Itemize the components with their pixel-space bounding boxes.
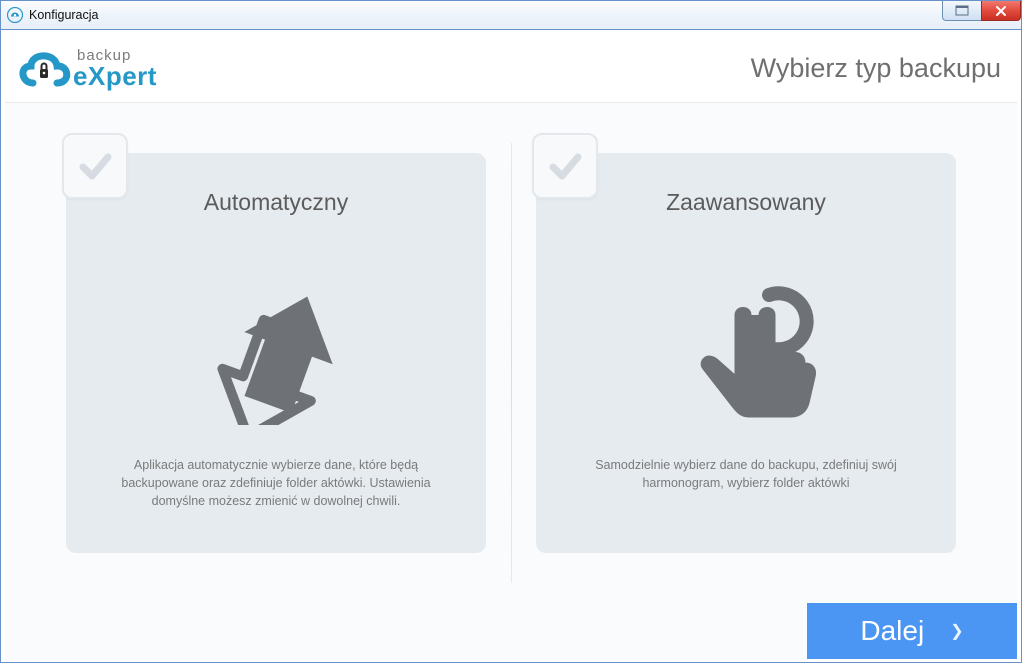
- brand-line2: eXpert: [73, 63, 157, 89]
- card-advanced-title: Zaawansowany: [560, 189, 932, 216]
- content-area: Automatyczny Aplikacja automatycznie wyb…: [5, 103, 1017, 659]
- check-icon: [545, 146, 585, 186]
- window-client-area: backup eXpert Wybierz typ backupu Automa…: [0, 30, 1022, 663]
- minimize-button[interactable]: [942, 1, 982, 21]
- card-automatic-desc: Aplikacja automatycznie wybierze dane, k…: [104, 456, 448, 510]
- card-advanced-icon-wrap: [560, 240, 932, 440]
- cards-divider: [511, 143, 512, 583]
- window-title: Konfiguracja: [29, 8, 99, 22]
- card-automatic-icon-wrap: [90, 240, 462, 440]
- sync-arrows-icon: [186, 255, 366, 425]
- window-titlebar: Konfiguracja: [0, 0, 1022, 30]
- close-button[interactable]: [981, 1, 1021, 21]
- app-icon: [7, 7, 23, 23]
- header: backup eXpert Wybierz typ backupu: [5, 34, 1017, 103]
- brand-logo: backup eXpert: [13, 41, 157, 95]
- card-advanced-checkbox[interactable]: [532, 133, 598, 199]
- check-icon: [75, 146, 115, 186]
- next-button-label: Dalej: [860, 615, 924, 647]
- cloud-lock-icon: [13, 41, 73, 95]
- hand-tap-icon: [661, 255, 831, 425]
- next-button[interactable]: Dalej ❯: [807, 603, 1017, 659]
- card-advanced-desc: Samodzielnie wybierz dane do backupu, zd…: [574, 456, 918, 492]
- cards-row: Automatyczny Aplikacja automatycznie wyb…: [21, 133, 1001, 593]
- card-automatic-checkbox[interactable]: [62, 133, 128, 199]
- window-controls: [942, 1, 1021, 21]
- chevron-right-icon: ❯: [950, 621, 963, 641]
- brand-text: backup eXpert: [73, 48, 157, 89]
- card-advanced[interactable]: Zaawansowany Samodzielnie wybierz dane d…: [536, 153, 956, 553]
- card-automatic[interactable]: Automatyczny Aplikacja automatycznie wyb…: [66, 153, 486, 553]
- card-automatic-title: Automatyczny: [90, 189, 462, 216]
- page-title: Wybierz typ backupu: [751, 53, 1001, 84]
